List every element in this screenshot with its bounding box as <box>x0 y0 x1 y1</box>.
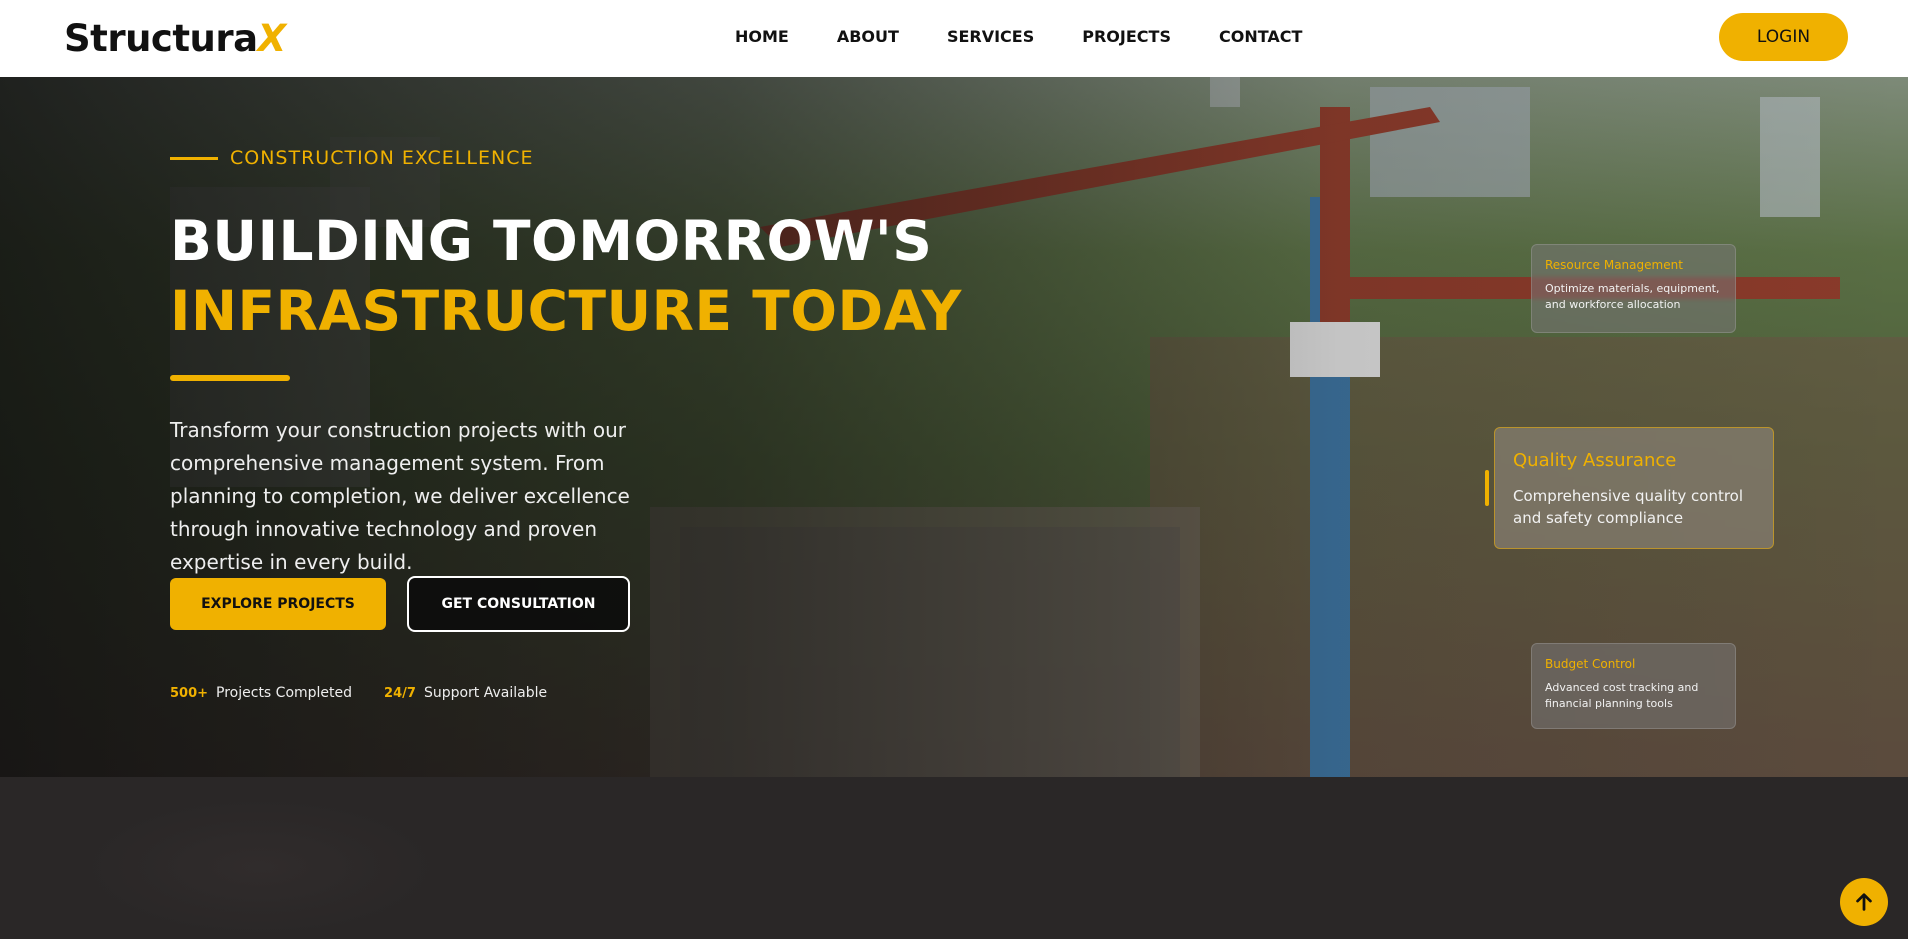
stat-support-label: Support Available <box>423 685 548 701</box>
next-section <box>0 777 1908 939</box>
logo[interactable]: StructuraX <box>64 17 286 60</box>
title-underline <box>170 375 290 381</box>
quality-assurance-card: Quality Assurance Comprehensive quality … <box>1494 427 1774 549</box>
faded-decoration <box>80 797 440 937</box>
login-button[interactable]: LOGIN <box>1719 13 1848 61</box>
logo-main: Structura <box>64 17 258 60</box>
explore-projects-button[interactable]: EXPLORE PROJECTS <box>170 578 386 630</box>
nav-services[interactable]: SERVICES <box>947 27 1034 46</box>
stat-support-value: 24/7 <box>384 685 416 701</box>
budget-control-title: Budget Control <box>1545 657 1636 671</box>
eyebrow-line <box>170 156 218 160</box>
hero-stats: 500+ Projects Completed 24/7 Support Ava… <box>170 685 579 701</box>
stat-projects: 500+ Projects Completed <box>170 685 352 701</box>
stat-projects-value: 500+ <box>170 685 209 701</box>
resource-management-card: Resource Management Optimize materials, … <box>1531 244 1736 333</box>
scroll-to-top-button[interactable] <box>1840 878 1888 926</box>
hero-eyebrow: CONSTRUCTION EXCELLENCE <box>170 147 533 169</box>
quality-accent-bar <box>1485 470 1489 506</box>
site-header: StructuraX HOME ABOUT SERVICES PROJECTS … <box>0 0 1908 77</box>
hero-title-line2: INFRASTRUCTURE TODAY <box>170 279 962 343</box>
quality-assurance-text: Comprehensive quality control and safety… <box>1513 487 1744 527</box>
stat-support: 24/7 Support Available <box>384 685 547 701</box>
nav-contact[interactable]: CONTACT <box>1219 27 1302 46</box>
nav-projects[interactable]: PROJECTS <box>1082 27 1171 46</box>
resource-management-text: Optimize materials, equipment, and workf… <box>1545 282 1720 311</box>
resource-management-title: Resource Management <box>1545 258 1683 272</box>
budget-control-card: Budget Control Advanced cost tracking an… <box>1531 643 1736 729</box>
budget-control-text: Advanced cost tracking and financial pla… <box>1545 681 1699 710</box>
nav-home[interactable]: HOME <box>735 27 789 46</box>
hero-section: CONSTRUCTION EXCELLENCE BUILDING TOMORRO… <box>0 77 1908 777</box>
main-nav: HOME ABOUT SERVICES PROJECTS CONTACT <box>735 27 1350 46</box>
quality-assurance-title: Quality Assurance <box>1513 450 1677 471</box>
get-consultation-button[interactable]: GET CONSULTATION <box>407 576 630 632</box>
logo-accent: X <box>257 17 287 60</box>
stat-projects-label: Projects Completed <box>216 685 353 701</box>
hero-description: Transform your construction projects wit… <box>170 418 630 574</box>
arrow-up-icon <box>1856 893 1872 911</box>
nav-about[interactable]: ABOUT <box>837 27 899 46</box>
eyebrow-text: CONSTRUCTION EXCELLENCE <box>230 147 534 169</box>
hero-title-line1: BUILDING TOMORROW'S <box>170 209 933 273</box>
